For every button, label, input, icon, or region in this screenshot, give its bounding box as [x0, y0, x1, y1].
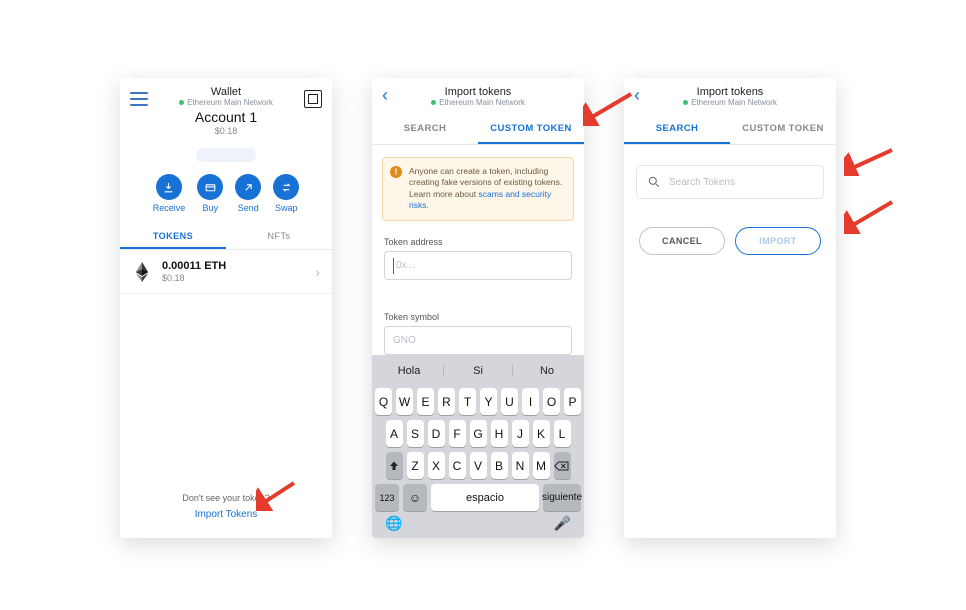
screen-search-token: ‹ Import tokens Ethereum Main Network SE… — [624, 78, 836, 538]
key[interactable]: A — [386, 420, 403, 447]
buy-label: Buy — [202, 203, 218, 213]
key[interactable]: X — [428, 452, 445, 479]
mic-icon[interactable]: 🎤 — [554, 515, 571, 532]
key[interactable]: C — [449, 452, 466, 479]
key[interactable]: U — [501, 388, 518, 415]
tab-search[interactable]: SEARCH — [372, 115, 478, 144]
header-title: Import tokens — [652, 86, 808, 98]
send-button[interactable]: Send — [235, 174, 261, 213]
search-tokens-input[interactable] — [636, 165, 824, 199]
screen-wallet: Wallet Ethereum Main Network Account 1 $… — [120, 78, 332, 538]
key-row-4: 123 ☺ espacio siguiente — [375, 484, 581, 511]
key[interactable]: O — [543, 388, 560, 415]
annotation-arrow — [844, 200, 894, 234]
backspace-key[interactable] — [554, 452, 571, 479]
suggestion[interactable]: No — [513, 359, 581, 383]
key[interactable]: D — [428, 420, 445, 447]
key[interactable]: Z — [407, 452, 424, 479]
token-address-input[interactable] — [384, 251, 572, 280]
ethereum-icon — [132, 262, 152, 282]
receive-button[interactable]: Receive — [153, 174, 186, 213]
asset-row-eth[interactable]: 0.00011 ETH $0.18 › — [120, 250, 332, 294]
token-symbol-label: Token symbol — [384, 312, 572, 322]
network-label: Ethereum Main Network — [400, 98, 556, 107]
emoji-key[interactable]: ☺ — [403, 484, 427, 511]
download-icon — [156, 174, 182, 200]
header-title: Import tokens — [400, 86, 556, 98]
key[interactable]: W — [396, 388, 413, 415]
key[interactable]: M — [533, 452, 550, 479]
key[interactable]: R — [438, 388, 455, 415]
tab-custom-token[interactable]: CUSTOM TOKEN — [730, 115, 836, 144]
header-title: Wallet — [148, 86, 304, 98]
key-row-2: A S D F G H J K L — [375, 420, 581, 447]
key[interactable]: E — [417, 388, 434, 415]
key[interactable]: S — [407, 420, 424, 447]
address-pill[interactable] — [196, 148, 256, 162]
asset-usd: $0.18 — [162, 273, 226, 283]
annotation-arrow — [844, 148, 894, 176]
screen-custom-token: ‹ Import tokens Ethereum Main Network SE… — [372, 78, 584, 538]
key[interactable]: T — [459, 388, 476, 415]
key[interactable]: H — [491, 420, 508, 447]
tab-nfts[interactable]: NFTs — [226, 225, 332, 249]
next-key[interactable]: siguiente — [543, 484, 581, 511]
key[interactable]: G — [470, 420, 487, 447]
key[interactable]: I — [522, 388, 539, 415]
chevron-right-icon: › — [315, 264, 320, 280]
card-icon — [197, 174, 223, 200]
search-icon — [647, 175, 661, 189]
suggestion[interactable]: Hola — [375, 359, 443, 383]
cancel-button[interactable]: CANCEL — [639, 227, 725, 255]
network-label: Ethereum Main Network — [652, 98, 808, 107]
token-symbol-input[interactable] — [384, 326, 572, 355]
scan-icon[interactable] — [304, 90, 322, 108]
key[interactable]: K — [533, 420, 550, 447]
key-row-1: Q W E R T Y U I O P — [375, 388, 581, 415]
swap-label: Swap — [275, 203, 298, 213]
asset-amount: 0.00011 ETH — [162, 260, 226, 272]
receive-label: Receive — [153, 203, 186, 213]
key[interactable]: J — [512, 420, 529, 447]
tab-search[interactable]: SEARCH — [624, 115, 730, 144]
balance-usd: $0.18 — [148, 126, 304, 136]
token-address-label: Token address — [384, 237, 572, 247]
tab-custom-token[interactable]: CUSTOM TOKEN — [478, 115, 584, 144]
network-label: Ethereum Main Network — [148, 98, 304, 107]
send-label: Send — [238, 203, 259, 213]
swap-icon — [273, 174, 299, 200]
tab-tokens[interactable]: TOKENS — [120, 225, 226, 249]
suggestion[interactable]: Si — [444, 359, 512, 383]
swap-button[interactable]: Swap — [273, 174, 299, 213]
key[interactable]: P — [564, 388, 581, 415]
key[interactable]: V — [470, 452, 487, 479]
footer-message: Don't see your token? — [120, 493, 332, 503]
key-row-3: Z X C V B N M — [375, 452, 581, 479]
key[interactable]: Q — [375, 388, 392, 415]
warning-banner: Anyone can create a token, including cre… — [382, 157, 574, 221]
key[interactable]: F — [449, 420, 466, 447]
globe-icon[interactable]: 🌐 — [385, 515, 402, 532]
arrow-up-right-icon — [235, 174, 261, 200]
key[interactable]: B — [491, 452, 508, 479]
back-icon[interactable]: ‹ — [634, 86, 652, 104]
numbers-key[interactable]: 123 — [375, 484, 399, 511]
account-name[interactable]: Account 1 — [148, 109, 304, 125]
back-icon[interactable]: ‹ — [382, 86, 400, 104]
keyboard: Hola Si No Q W E R T Y U I O P A S D F G… — [372, 355, 584, 538]
space-key[interactable]: espacio — [431, 484, 539, 511]
import-tokens-link[interactable]: Import Tokens — [120, 509, 332, 520]
key[interactable]: L — [554, 420, 571, 447]
key[interactable]: Y — [480, 388, 497, 415]
menu-icon[interactable] — [130, 92, 148, 106]
key[interactable]: N — [512, 452, 529, 479]
shift-key[interactable] — [386, 452, 403, 479]
buy-button[interactable]: Buy — [197, 174, 223, 213]
import-button[interactable]: IMPORT — [735, 227, 821, 255]
